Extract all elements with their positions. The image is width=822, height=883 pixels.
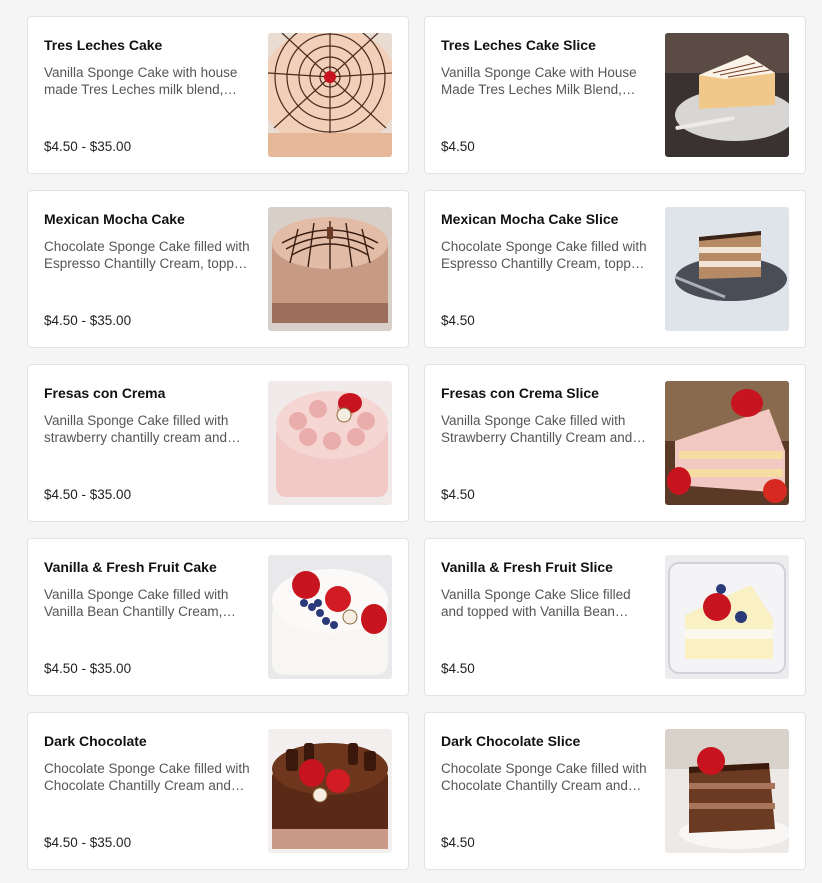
menu-item-name: Mexican Mocha Cake — [44, 211, 185, 227]
menu-item-name: Vanilla & Fresh Fruit Slice — [441, 559, 613, 575]
menu-item-text: Mexican Mocha Cake Chocolate Sponge Cake… — [44, 211, 254, 272]
menu-item-card[interactable]: Mexican Mocha Cake Slice Chocolate Spong… — [424, 190, 806, 348]
menu-item-description: Chocolate Sponge Cake filled with Chocol… — [44, 761, 250, 793]
menu-item-price: $4.50 — [441, 661, 475, 676]
menu-item-card[interactable]: Fresas con Crema Slice Vanilla Sponge Ca… — [424, 364, 806, 522]
menu-item-text: Fresas con Crema Slice Vanilla Sponge Ca… — [441, 385, 651, 446]
menu-item-text: Dark Chocolate Slice Chocolate Sponge Ca… — [441, 733, 651, 794]
menu-item-price: $4.50 — [441, 487, 475, 502]
menu-item-price: $4.50 - $35.00 — [44, 313, 132, 328]
mexican-mocha-cake-image[interactable] — [268, 207, 392, 331]
menu-item-name: Tres Leches Cake — [44, 37, 163, 53]
fresas-con-crema-cake-image[interactable] — [268, 381, 392, 505]
menu-item-card[interactable]: Fresas con Crema Vanilla Sponge Cake fil… — [27, 364, 409, 522]
menu-item-price: $4.50 - $35.00 — [44, 835, 132, 850]
menu-item-description: Chocolate Sponge Cake filled with Chocol… — [441, 761, 647, 793]
menu-item-card[interactable]: Mexican Mocha Cake Chocolate Sponge Cake… — [27, 190, 409, 348]
tres-leches-slice-image[interactable] — [665, 33, 789, 157]
menu-item-description: Vanilla Sponge Cake filled with Strawber… — [441, 413, 633, 445]
menu-item-card[interactable]: Tres Leches Cake Slice Vanilla Sponge Ca… — [424, 16, 806, 174]
menu-item-description: Vanilla Sponge Cake filled with strawber… — [44, 413, 229, 445]
dark-chocolate-cake-image[interactable] — [268, 729, 392, 853]
vanilla-fruit-slice-image[interactable] — [665, 555, 789, 679]
menu-item-description: Chocolate Sponge Cake filled with Espres… — [44, 239, 250, 271]
menu-item-name: Fresas con Crema Slice — [441, 385, 599, 401]
menu-item-name: Dark Chocolate Slice — [441, 733, 581, 749]
menu-item-name: Dark Chocolate — [44, 733, 147, 749]
menu-item-price: $4.50 - $35.00 — [44, 487, 132, 502]
fresas-con-crema-slice-image[interactable] — [665, 381, 789, 505]
menu-item-text: Tres Leches Cake Vanilla Sponge Cake wit… — [44, 37, 254, 98]
menu-item-description: Vanilla Sponge Cake with House Made Tres… — [441, 65, 637, 97]
menu-item-text: Vanilla & Fresh Fruit Slice Vanilla Spon… — [441, 559, 651, 620]
menu-item-name: Vanilla & Fresh Fruit Cake — [44, 559, 217, 575]
vanilla-fruit-cake-image[interactable] — [268, 555, 392, 679]
menu-item-card[interactable]: Vanilla & Fresh Fruit Cake Vanilla Spong… — [27, 538, 409, 696]
menu-item-description: Vanilla Sponge Cake Slice filled and top… — [441, 587, 631, 619]
menu-item-text: Vanilla & Fresh Fruit Cake Vanilla Spong… — [44, 559, 254, 620]
menu-item-card[interactable]: Dark Chocolate Slice Chocolate Sponge Ca… — [424, 712, 806, 870]
menu-item-price: $4.50 — [441, 139, 475, 154]
tres-leches-cake-image[interactable] — [268, 33, 392, 157]
menu-item-description: Vanilla Sponge Cake with house made Tres… — [44, 65, 238, 97]
menu-item-card[interactable]: Dark Chocolate Chocolate Sponge Cake fil… — [27, 712, 409, 870]
menu-item-description: Vanilla Sponge Cake filled with Vanilla … — [44, 587, 229, 619]
menu-item-text: Fresas con Crema Vanilla Sponge Cake fil… — [44, 385, 254, 446]
menu-item-card[interactable]: Vanilla & Fresh Fruit Slice Vanilla Spon… — [424, 538, 806, 696]
menu-item-text: Dark Chocolate Chocolate Sponge Cake fil… — [44, 733, 254, 794]
menu-item-text: Tres Leches Cake Slice Vanilla Sponge Ca… — [441, 37, 651, 98]
menu-item-text: Mexican Mocha Cake Slice Chocolate Spong… — [441, 211, 651, 272]
menu-item-price: $4.50 — [441, 835, 475, 850]
menu-item-name: Tres Leches Cake Slice — [441, 37, 596, 53]
menu-item-price: $4.50 - $35.00 — [44, 661, 132, 676]
menu-grid: Tres Leches Cake Vanilla Sponge Cake wit… — [0, 0, 822, 883]
menu-item-card[interactable]: Tres Leches Cake Vanilla Sponge Cake wit… — [27, 16, 409, 174]
mexican-mocha-slice-image[interactable] — [665, 207, 789, 331]
menu-item-price: $4.50 — [441, 313, 475, 328]
dark-chocolate-slice-image[interactable] — [665, 729, 789, 853]
menu-item-name: Fresas con Crema — [44, 385, 166, 401]
menu-item-price: $4.50 - $35.00 — [44, 139, 132, 154]
menu-item-description: Chocolate Sponge Cake filled with Espres… — [441, 239, 647, 271]
menu-item-name: Mexican Mocha Cake Slice — [441, 211, 619, 227]
